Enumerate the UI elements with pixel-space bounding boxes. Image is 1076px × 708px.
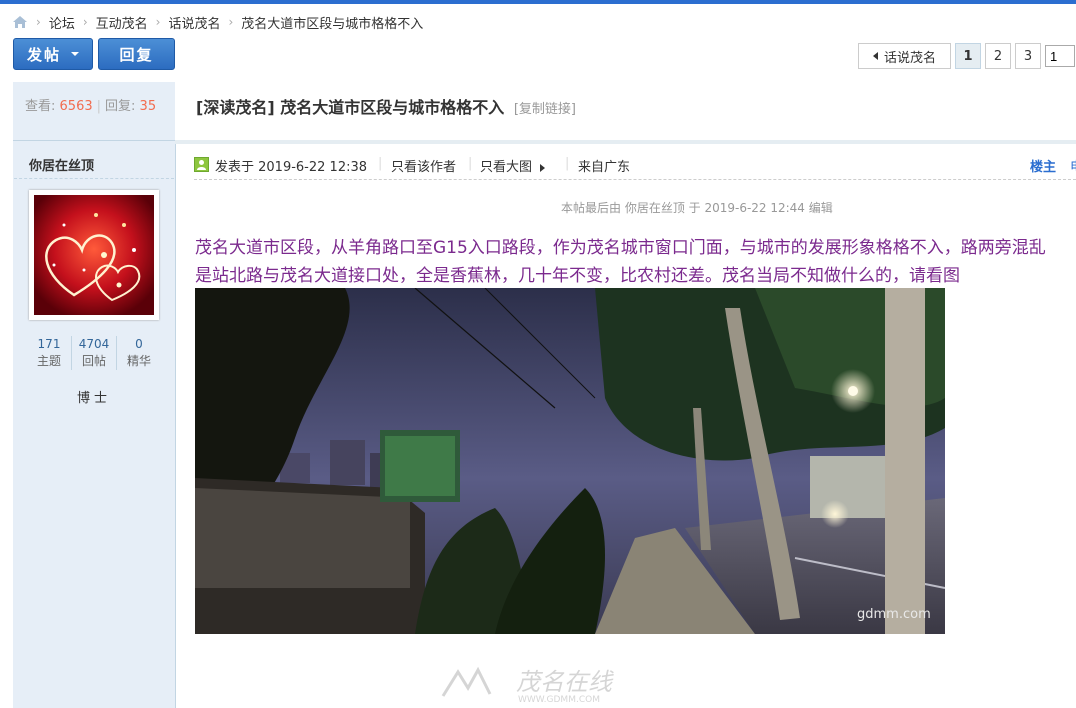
digest-count: 0 bbox=[135, 337, 143, 351]
author-stat-digest[interactable]: 0 精华 bbox=[116, 336, 161, 370]
home-icon[interactable] bbox=[12, 15, 28, 29]
floor-extra-label[interactable]: 电 bbox=[1070, 156, 1076, 175]
avatar-hearts-image bbox=[34, 195, 154, 315]
chevron-left-icon bbox=[872, 52, 878, 60]
breadcrumb-separator: › bbox=[82, 15, 88, 29]
replies-count: 4704 bbox=[78, 337, 110, 351]
thread-stats-text: 查看: 6563 | 回复: 35 bbox=[25, 95, 156, 114]
post-meta: 发表于 2019-6-22 12:38 | 只看该作者 | 只看大图 | 来自广… bbox=[194, 153, 1076, 180]
back-to-forum-button[interactable]: 话说茂名 bbox=[858, 43, 951, 69]
breadcrumb-separator: › bbox=[228, 15, 234, 29]
thread-stats: 查看: 6563 | 回复: 35 bbox=[13, 82, 175, 141]
thread-category[interactable]: [深读茂名] bbox=[196, 98, 275, 117]
views-label: 查看: bbox=[25, 99, 56, 114]
online-status-icon bbox=[194, 157, 209, 172]
breadcrumb-separator: › bbox=[36, 15, 41, 29]
page-1-link[interactable]: 1 bbox=[955, 43, 981, 69]
breadcrumb-current-thread: 茂名大道市区段与城市格格不入 bbox=[241, 16, 424, 32]
edit-note: 本帖最后由 你居在丝顶 于 2019-6-22 12:44 编辑 bbox=[561, 201, 833, 215]
thread-header: [深读茂名] 茂名大道市区段与城市格格不入 [复制链接] bbox=[175, 82, 1076, 144]
post-content: 茂名大道市区段，从羊角路口至G15入口路段，作为茂名城市窗口门面，与城市的发展形… bbox=[195, 234, 1076, 290]
breadcrumb-separator: › bbox=[155, 15, 161, 29]
post-content-line-1: 茂名大道市区段，从羊角路口至G15入口路段，作为茂名城市窗口门面，与城市的发展形… bbox=[195, 238, 1046, 258]
large-image-label: 只看大图 bbox=[480, 160, 533, 175]
author-divider bbox=[14, 178, 174, 179]
only-author-link[interactable]: 只看该作者 bbox=[391, 156, 456, 175]
replies-count: 35 bbox=[139, 99, 157, 114]
site-watermark-logo: 茂名在线 WWW.GDMM.COM bbox=[438, 664, 640, 705]
threads-count: 171 bbox=[37, 337, 61, 351]
breadcrumb-talk-maoming[interactable]: 话说茂名 bbox=[168, 13, 220, 32]
author-name[interactable]: 你居在丝顶 bbox=[29, 155, 94, 174]
author-stat-replies[interactable]: 4704 回帖 bbox=[71, 336, 116, 370]
meta-separator: | bbox=[468, 156, 473, 171]
post-location: 来自广东 bbox=[578, 160, 631, 175]
watermark-subtext: WWW.GDMM.COM bbox=[518, 695, 600, 704]
thread-title-text: 茂名大道市区段与城市格格不入 bbox=[280, 98, 505, 117]
floor-label[interactable]: 楼主 bbox=[1030, 156, 1056, 175]
large-image-link[interactable]: 只看大图 bbox=[480, 156, 546, 175]
reply-button[interactable]: 回复 bbox=[98, 38, 175, 70]
copy-link[interactable]: [复制链接] bbox=[514, 102, 576, 117]
author-stats: 171 主题 4704 回帖 0 精华 bbox=[27, 336, 161, 370]
breadcrumb-forum[interactable]: 论坛 bbox=[49, 13, 75, 32]
caret-down-icon bbox=[71, 52, 79, 56]
new-post-button[interactable]: 发帖 bbox=[13, 38, 93, 70]
breadcrumb-interactive-maoming[interactable]: 互动茂名 bbox=[96, 13, 148, 32]
pagination: 话说茂名 1 2 3 bbox=[858, 43, 1075, 71]
author-rank: 博士 bbox=[76, 391, 111, 406]
avatar[interactable] bbox=[29, 190, 159, 320]
replies-label: 回帖 bbox=[81, 354, 106, 368]
breadcrumb: › 论坛 › 互动茂名 › 话说茂名 › 茂名大道市区段与城市格格不入 bbox=[12, 12, 423, 32]
page-2-link[interactable]: 2 bbox=[985, 43, 1011, 69]
replies-label: 回复: bbox=[105, 99, 136, 114]
new-post-label: 发帖 bbox=[26, 45, 61, 64]
triangle-right-icon bbox=[540, 163, 546, 172]
thread-title: [深读茂名] 茂名大道市区段与城市格格不入 [复制链接] bbox=[196, 94, 576, 118]
top-accent-bar bbox=[0, 0, 1076, 4]
image-watermark: gdmm.com bbox=[857, 607, 931, 622]
threads-label: 主题 bbox=[36, 354, 61, 368]
page-3-link[interactable]: 3 bbox=[1015, 43, 1041, 69]
reply-label: 回复 bbox=[119, 45, 154, 64]
back-to-forum-label: 话说茂名 bbox=[883, 50, 936, 66]
meta-separator: | bbox=[378, 156, 383, 171]
views-count: 6563 bbox=[59, 99, 93, 114]
digest-label: 精华 bbox=[126, 354, 151, 368]
post-content-line-2: 是站北路与茂名大道接口处，全是香蕉林，几十年不变，比农村还差。茂名当局不知做什么… bbox=[195, 266, 960, 286]
page-jump-input[interactable] bbox=[1045, 45, 1075, 67]
stats-divider: | bbox=[96, 99, 102, 114]
meta-separator: | bbox=[565, 156, 570, 171]
watermark-text: 茂名在线 bbox=[516, 668, 614, 696]
author-stat-threads[interactable]: 171 主题 bbox=[27, 336, 71, 370]
post-image[interactable]: gdmm.com bbox=[195, 288, 945, 634]
post-date: 发表于 2019-6-22 12:38 bbox=[215, 160, 368, 175]
